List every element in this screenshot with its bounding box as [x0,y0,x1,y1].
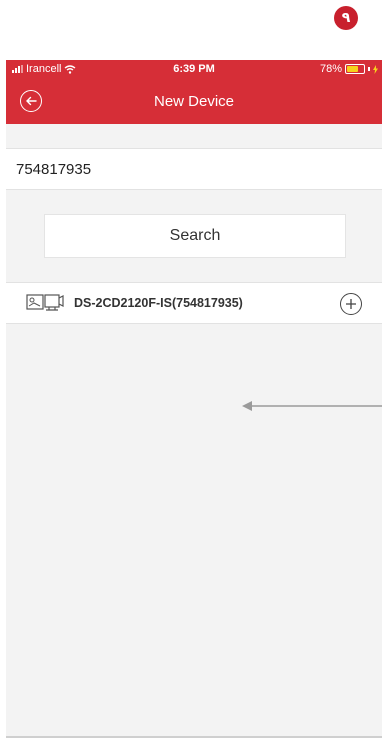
device-name: DS-2CD2120F-IS(754817935) [74,296,243,310]
battery-icon [345,64,365,74]
navigation-bar: New Device [6,80,382,124]
step-number-badge: ٩ [334,6,358,30]
annotation-arrow-icon [242,401,382,411]
device-result-row[interactable]: DS-2CD2120F-IS(754817935) [6,282,382,324]
search-button[interactable]: Search [44,214,346,258]
battery-cap [368,67,370,71]
device-serial-input[interactable]: 754817935 [6,148,382,190]
add-device-button[interactable] [340,293,362,315]
add-circle-icon [346,299,356,309]
device-camera-icon [26,294,64,311]
status-bar: Irancell 6:39 PM 78% [6,60,382,80]
charging-icon [373,64,378,74]
status-right: 78% [320,63,378,75]
page-title: New Device [153,93,235,110]
device-serial-value: 754817935 [16,160,92,178]
phone-screen: Irancell 6:39 PM 78% New Device 75481793… [6,60,382,738]
battery-percent: 78% [319,63,342,75]
battery-fill [347,66,358,72]
